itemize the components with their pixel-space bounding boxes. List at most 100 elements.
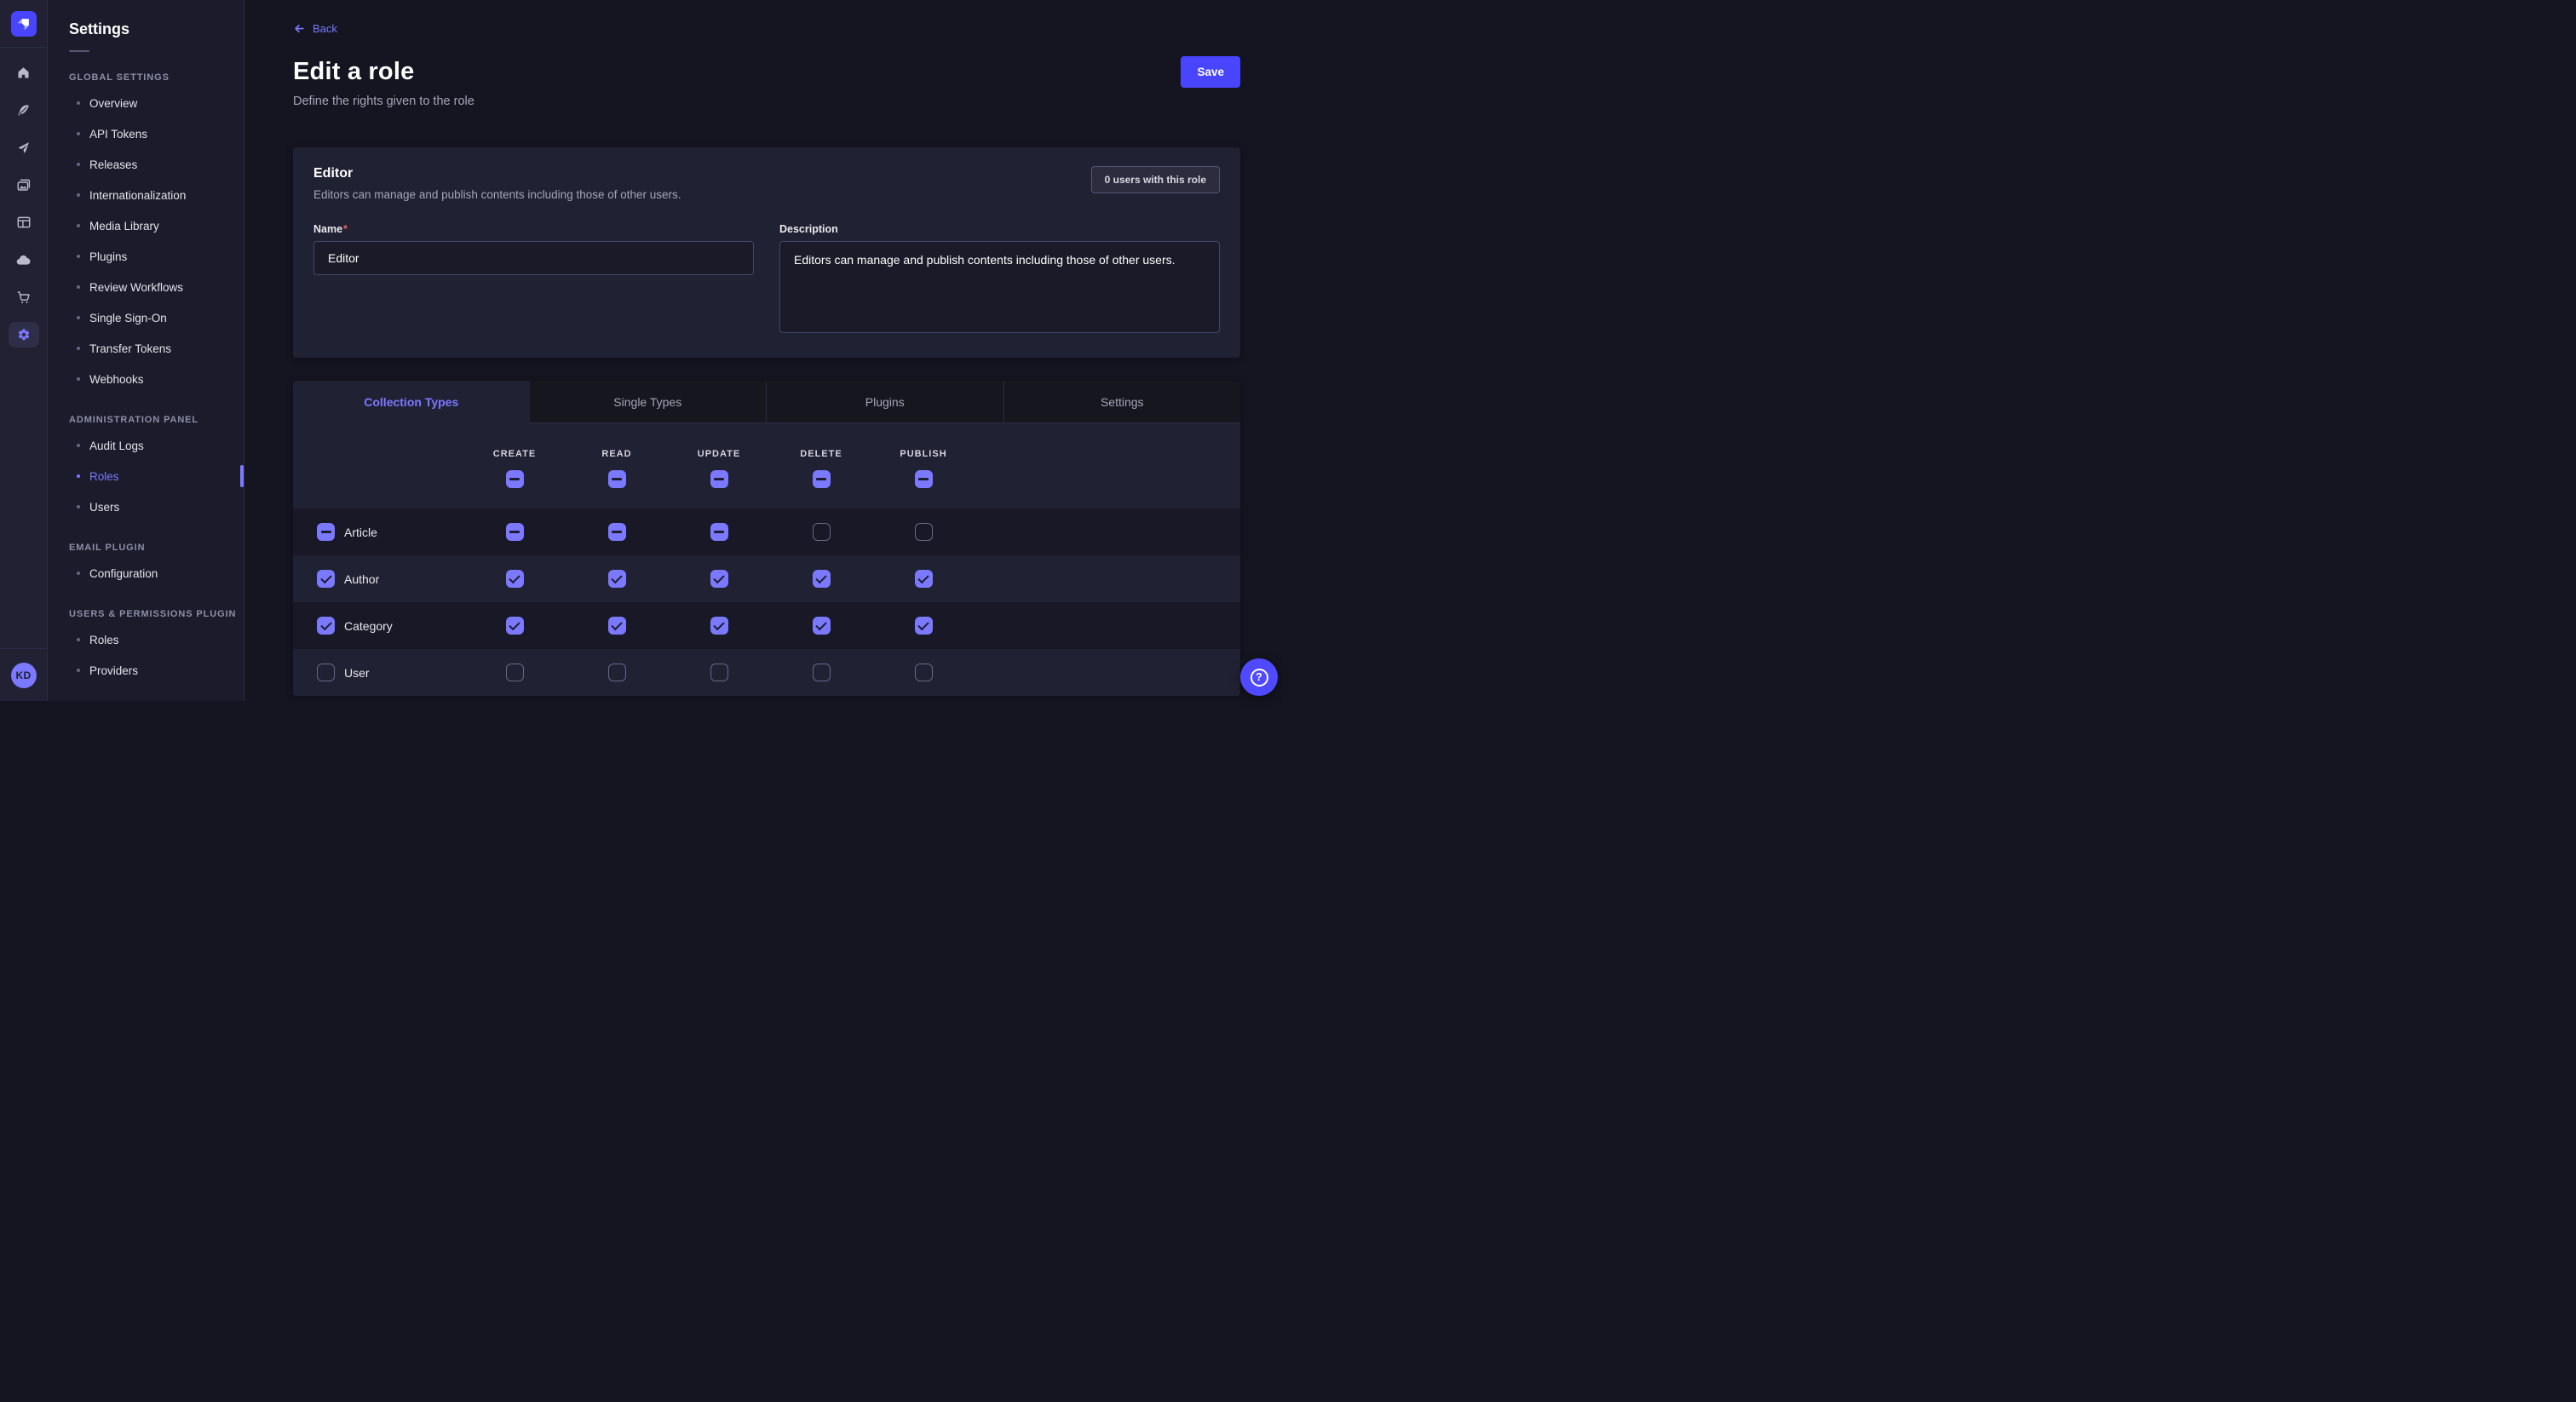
strapi-logo-icon[interactable] — [11, 11, 37, 37]
sidebar-item-api-tokens[interactable]: API Tokens — [48, 118, 244, 149]
sidebar-item-label: Releases — [89, 158, 137, 171]
user-create-checkbox[interactable] — [506, 664, 524, 681]
sidebar-item-label: Users — [89, 501, 119, 514]
sidebar-item-media-library[interactable]: Media Library — [48, 210, 244, 241]
back-link[interactable]: Back — [293, 22, 337, 35]
name-field-label: Name* — [313, 223, 754, 235]
subnav-section-label: Email plugin — [48, 543, 244, 553]
tab-plugins[interactable]: Plugins — [766, 381, 1003, 423]
perm-column-create: Create — [463, 449, 566, 488]
tab-single-types[interactable]: Single Types — [530, 381, 767, 423]
user-read-checkbox[interactable] — [608, 664, 626, 681]
select-category-row-checkbox[interactable] — [317, 617, 335, 635]
select-author-row-checkbox[interactable] — [317, 570, 335, 588]
rail-item-deploy[interactable] — [0, 241, 47, 279]
perm-column-label: Publish — [900, 449, 946, 459]
table-row-category: Category — [293, 602, 1240, 649]
arrow-left-icon — [293, 22, 306, 35]
sidebar-item-label: Internationalization — [89, 189, 186, 202]
users-with-role-button[interactable]: 0 users with this role — [1091, 166, 1220, 193]
perm-column-read: Read — [566, 449, 668, 488]
category-read-checkbox[interactable] — [608, 617, 626, 635]
category-publish-checkbox[interactable] — [915, 617, 933, 635]
subnav-section-label: Administration panel — [48, 415, 244, 425]
rail-item-content-manager[interactable] — [0, 204, 47, 241]
save-button[interactable]: Save — [1181, 56, 1240, 88]
rail-item-marketplace[interactable] — [0, 279, 47, 316]
rail-item-releases[interactable] — [0, 129, 47, 166]
select-all-delete-checkbox[interactable] — [813, 470, 831, 488]
rail-item-settings[interactable] — [0, 316, 47, 353]
article-create-checkbox[interactable] — [506, 523, 524, 541]
avatar[interactable]: KD — [11, 663, 37, 688]
description-field-label: Description — [779, 223, 1220, 235]
sidebar-item-roles[interactable]: Roles — [48, 624, 244, 655]
subnav-section-label: Global Settings — [48, 72, 244, 83]
sidebar-item-releases[interactable]: Releases — [48, 149, 244, 180]
subnav-title: Settings — [48, 20, 244, 38]
sidebar-item-audit-logs[interactable]: Audit Logs — [48, 430, 244, 461]
user-update-checkbox[interactable] — [710, 664, 728, 681]
role-name-heading: Editor — [313, 166, 681, 181]
select-article-row-checkbox[interactable] — [317, 523, 335, 541]
bullet-icon — [77, 224, 80, 227]
author-delete-checkbox[interactable] — [813, 570, 831, 588]
sidebar-item-internationalization[interactable]: Internationalization — [48, 180, 244, 210]
sidebar-item-single-sign-on[interactable]: Single Sign-On — [48, 302, 244, 333]
back-label: Back — [313, 22, 337, 35]
sidebar-item-configuration[interactable]: Configuration — [48, 558, 244, 589]
article-delete-checkbox[interactable] — [813, 523, 831, 541]
subnav-title-rule — [69, 50, 89, 52]
active-tile — [9, 322, 39, 348]
sidebar-item-webhooks[interactable]: Webhooks — [48, 364, 244, 394]
article-read-checkbox[interactable] — [608, 523, 626, 541]
sidebar-item-transfer-tokens[interactable]: Transfer Tokens — [48, 333, 244, 364]
role-description-textarea[interactable]: Editors can manage and publish contents … — [779, 241, 1220, 333]
select-all-publish-checkbox[interactable] — [915, 470, 933, 488]
images-icon — [16, 177, 32, 192]
article-publish-checkbox[interactable] — [915, 523, 933, 541]
select-all-create-checkbox[interactable] — [506, 470, 524, 488]
sidebar-item-plugins[interactable]: Plugins — [48, 241, 244, 272]
sidebar-item-label: Media Library — [89, 220, 159, 233]
author-create-checkbox[interactable] — [506, 570, 524, 588]
category-create-checkbox[interactable] — [506, 617, 524, 635]
perm-column-publish: Publish — [872, 449, 975, 488]
tab-settings[interactable]: Settings — [1003, 381, 1241, 423]
select-user-row-checkbox[interactable] — [317, 664, 335, 681]
user-delete-checkbox[interactable] — [813, 664, 831, 681]
row-label: Article — [344, 526, 377, 539]
user-publish-checkbox[interactable] — [915, 664, 933, 681]
category-delete-checkbox[interactable] — [813, 617, 831, 635]
sidebar-item-users[interactable]: Users — [48, 491, 244, 522]
strapi-mark — [11, 11, 37, 37]
article-update-checkbox[interactable] — [710, 523, 728, 541]
bullet-icon — [77, 474, 80, 478]
sidebar-item-review-workflows[interactable]: Review Workflows — [48, 272, 244, 302]
role-details-card: Editor Editors can manage and publish co… — [293, 147, 1240, 358]
author-publish-checkbox[interactable] — [915, 570, 933, 588]
perm-column-update: Update — [668, 449, 770, 488]
tab-collection-types[interactable]: Collection Types — [293, 381, 530, 423]
bullet-icon — [77, 255, 80, 258]
author-update-checkbox[interactable] — [710, 570, 728, 588]
help-button[interactable]: ? — [1240, 658, 1278, 696]
sidebar-item-roles[interactable]: Roles — [48, 461, 244, 491]
sidebar-item-label: Review Workflows — [89, 281, 183, 294]
select-all-read-checkbox[interactable] — [608, 470, 626, 488]
author-read-checkbox[interactable] — [608, 570, 626, 588]
rail-item-home[interactable] — [0, 54, 47, 91]
role-name-input[interactable] — [313, 241, 754, 275]
rail-item-content-type-builder[interactable] — [0, 91, 47, 129]
sidebar-item-providers[interactable]: Providers — [48, 655, 244, 686]
sidebar-item-label: Webhooks — [89, 373, 144, 386]
paper-plane-icon — [16, 141, 31, 155]
sidebar-item-label: Overview — [89, 97, 137, 110]
select-all-update-checkbox[interactable] — [710, 470, 728, 488]
sidebar-item-label: Roles — [89, 470, 119, 483]
table-row-article: Article — [293, 509, 1240, 555]
rail-item-media-library[interactable] — [0, 166, 47, 204]
bullet-icon — [77, 377, 80, 381]
category-update-checkbox[interactable] — [710, 617, 728, 635]
sidebar-item-overview[interactable]: Overview — [48, 88, 244, 118]
